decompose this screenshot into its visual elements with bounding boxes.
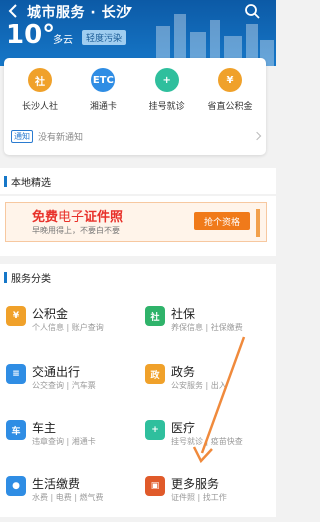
quick-link-icon: ETC — [91, 68, 116, 92]
service-icon: + — [145, 420, 165, 440]
quick-link-item[interactable]: ETC 湘通卡 — [73, 68, 133, 112]
promo-free: 免费 — [32, 210, 59, 225]
service-icon: 社 — [145, 306, 165, 326]
service-section-header: 服务分类 — [0, 264, 276, 290]
service-name: 车主 — [32, 421, 57, 435]
service-item[interactable]: ≡ 交通出行公交查询 | 汽车票 — [6, 360, 136, 410]
quick-links-card: 社长沙人社 ETC 湘通卡 + 挂号就诊 ¥ 省直公积金 通知 没有新通知 — [4, 58, 266, 155]
service-item[interactable]: 车车主违章查询 | 湘通卡 — [6, 416, 136, 466]
quick-link-item[interactable]: 社长沙人社 — [10, 68, 70, 112]
service-description: 违章查询 | 湘通卡 — [32, 437, 96, 446]
service-icon: ▣ — [145, 476, 165, 496]
notice-text: 没有新通知 — [38, 133, 84, 143]
service-description: 水费 | 电费 | 燃气费 — [32, 493, 104, 502]
quick-link-label: 挂号就诊 — [148, 102, 185, 112]
quick-link-item[interactable]: + 挂号就诊 — [137, 68, 197, 112]
promo-cert: 证件照 — [84, 210, 124, 225]
quick-link-icon: + — [154, 68, 179, 92]
service-icon: ● — [6, 476, 26, 496]
service-name: 生活缴费 — [32, 477, 81, 491]
promo-mid: 电子 — [58, 210, 85, 225]
service-name: 公积金 — [32, 307, 69, 321]
section-accent-bar — [4, 271, 7, 283]
service-description: 个人信息 | 账户查询 — [32, 323, 104, 332]
search-icon[interactable] — [244, 3, 260, 19]
service-item[interactable]: ● 生活缴费水费 | 电费 | 燃气费 — [6, 472, 136, 522]
service-icon: ¥ — [6, 306, 26, 326]
quick-link-icon: ¥ — [217, 68, 242, 92]
service-icon: 政 — [145, 364, 165, 384]
quick-link-label: 省直公积金 — [207, 102, 253, 112]
chevron-right-icon[interactable] — [252, 131, 262, 141]
service-name: 社保 — [171, 307, 196, 321]
local-section-header: 本地精选 — [0, 168, 276, 194]
section-accent-bar — [4, 175, 7, 187]
service-name: 更多服务 — [171, 477, 220, 491]
quick-link-label: 湘通卡 — [89, 102, 117, 112]
service-item[interactable]: ¥ 公积金个人信息 | 账户查询 — [6, 302, 136, 352]
promo-headline: 免费电子证件照 — [32, 206, 123, 225]
city-selector[interactable]: 城市服务 · 长沙 — [27, 2, 131, 22]
notice-row[interactable]: 通知 没有新通知 — [11, 130, 83, 143]
service-item[interactable]: ▣ 更多服务证件照 | 找工作 — [145, 472, 275, 522]
service-description: 公交查询 | 汽车票 — [32, 381, 96, 390]
service-icon: ≡ — [6, 364, 26, 384]
notice-tag: 通知 — [11, 130, 33, 143]
quick-link-icon: 社 — [28, 68, 52, 92]
back-arrow-icon — [8, 4, 17, 18]
weather-text: 多云 — [53, 35, 73, 46]
service-section-title: 服务分类 — [11, 273, 51, 285]
service-name: 交通出行 — [32, 365, 81, 379]
temperature: 10° — [6, 20, 56, 50]
quick-link-item[interactable]: ¥ 省直公积金 — [200, 68, 260, 112]
dropdown-caret-icon[interactable] — [126, 7, 132, 12]
service-description: 证件照 | 找工作 — [171, 493, 227, 502]
local-section-title: 本地精选 — [11, 177, 51, 189]
quick-links-row: 社长沙人社 ETC 湘通卡 + 挂号就诊 ¥ 省直公积金 — [4, 68, 266, 112]
service-description: 养保信息 | 社保缴费 — [171, 323, 243, 332]
back-button[interactable] — [5, 2, 21, 20]
grab-qualification-button[interactable]: 抢个资格 — [194, 212, 250, 230]
promo-edge-decoration — [256, 209, 260, 237]
promo-subtitle: 早晚用得上，不要白不要 — [32, 226, 120, 235]
promo-banner[interactable]: 免费电子证件照 早晚用得上，不要白不要 抢个资格 — [5, 202, 267, 242]
quick-link-label: 长沙人社 — [21, 102, 58, 112]
annotation-arrow — [192, 336, 246, 464]
city-header: 城市服务 · 长沙 10° 多云 轻度污染 — [0, 0, 276, 66]
service-icon: 车 — [6, 420, 26, 440]
promo-area: 免费电子证件照 早晚用得上，不要白不要 抢个资格 — [0, 196, 276, 256]
air-quality-badge: 轻度污染 — [82, 30, 127, 45]
